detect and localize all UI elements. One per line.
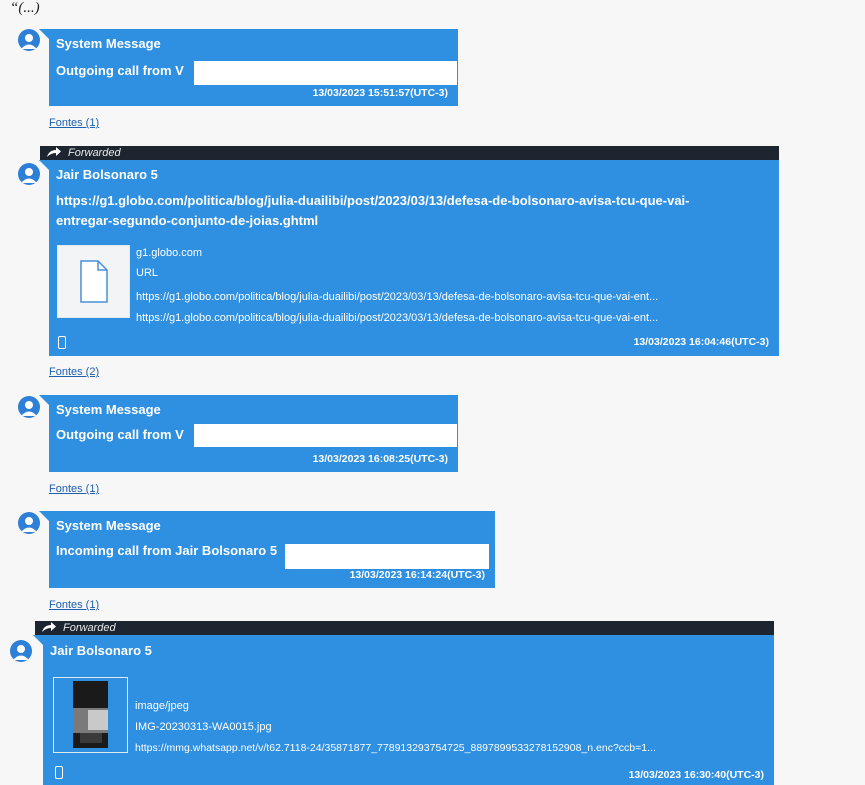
forwarded-bar: Forwarded [40, 146, 779, 160]
phone-icon [55, 766, 63, 779]
message-timestamp: 13/03/2023 16:30:40(UTC-3) [628, 769, 764, 781]
message-bubble: Jair Bolsonaro 5 image/jpeg IMG-20230313… [33, 635, 774, 785]
attachment-domain: g1.globo.com [136, 247, 203, 259]
message-timestamp: 13/03/2023 16:08:25(UTC-3) [312, 453, 448, 465]
forwarded-label: Forwarded [63, 622, 116, 634]
message-timestamp: 13/03/2023 15:51:57(UTC-3) [312, 87, 448, 99]
redaction-box [285, 544, 489, 569]
message-timestamp: 13/03/2023 16:04:46(UTC-3) [633, 336, 769, 348]
attachment-type: URL [136, 267, 159, 279]
message-text: Outgoing call from V [56, 63, 184, 78]
attachment-url[interactable]: https://g1.globo.com/politica/blog/julia… [136, 312, 658, 324]
message-sender: System Message [56, 518, 161, 533]
redaction-box [194, 61, 457, 85]
image-thumbnail[interactable] [53, 677, 128, 753]
attachment-url[interactable]: https://mmg.whatsapp.net/v/t62.7118-24/3… [135, 742, 656, 754]
message-link-line1[interactable]: https://g1.globo.com/politica/blog/julia… [56, 191, 690, 211]
sources-link[interactable]: Fontes (2) [49, 366, 99, 378]
sources-link[interactable]: Fontes (1) [49, 599, 99, 611]
attachment-mime: image/jpeg [135, 700, 189, 712]
message-link-line2[interactable]: entregar-segundo-conjunto-de-joias.ghtml [56, 211, 318, 231]
redaction-box [194, 424, 457, 447]
message-timestamp: 13/03/2023 16:14:24(UTC-3) [349, 569, 485, 581]
phone-icon [58, 336, 66, 349]
attachment-filename[interactable]: IMG-20230313-WA0015.jpg [135, 721, 272, 733]
message-bubble: System Message Outgoing call from V 13/0… [39, 395, 458, 472]
message-sender: Jair Bolsonaro 5 [56, 167, 158, 182]
message-bubble: Jair Bolsonaro 5 https://g1.globo.com/po… [39, 160, 779, 356]
message-sender: System Message [56, 36, 161, 51]
message-bubble: System Message Outgoing call from V 13/0… [39, 29, 458, 106]
contact-avatar-icon [18, 512, 40, 534]
quote-ellipsis: “(...) [10, 0, 40, 16]
contact-avatar-icon [18, 163, 40, 185]
message-text: Outgoing call from V [56, 427, 184, 442]
sources-link[interactable]: Fontes (1) [49, 117, 99, 129]
link-preview-thumbnail[interactable] [57, 245, 130, 318]
contact-avatar-icon [10, 640, 32, 662]
forwarded-label: Forwarded [68, 147, 121, 159]
sources-link[interactable]: Fontes (1) [49, 483, 99, 495]
document-icon [80, 260, 108, 303]
contact-avatar-icon [18, 29, 40, 51]
message-text: Incoming call from Jair Bolsonaro 5 [56, 543, 278, 558]
attachment-url[interactable]: https://g1.globo.com/politica/blog/julia… [136, 291, 658, 303]
contact-avatar-icon [18, 396, 40, 418]
message-sender: System Message [56, 402, 161, 417]
message-bubble: System Message Incoming call from Jair B… [39, 511, 495, 588]
forwarded-bar: Forwarded [35, 621, 774, 635]
message-sender: Jair Bolsonaro 5 [50, 643, 152, 658]
